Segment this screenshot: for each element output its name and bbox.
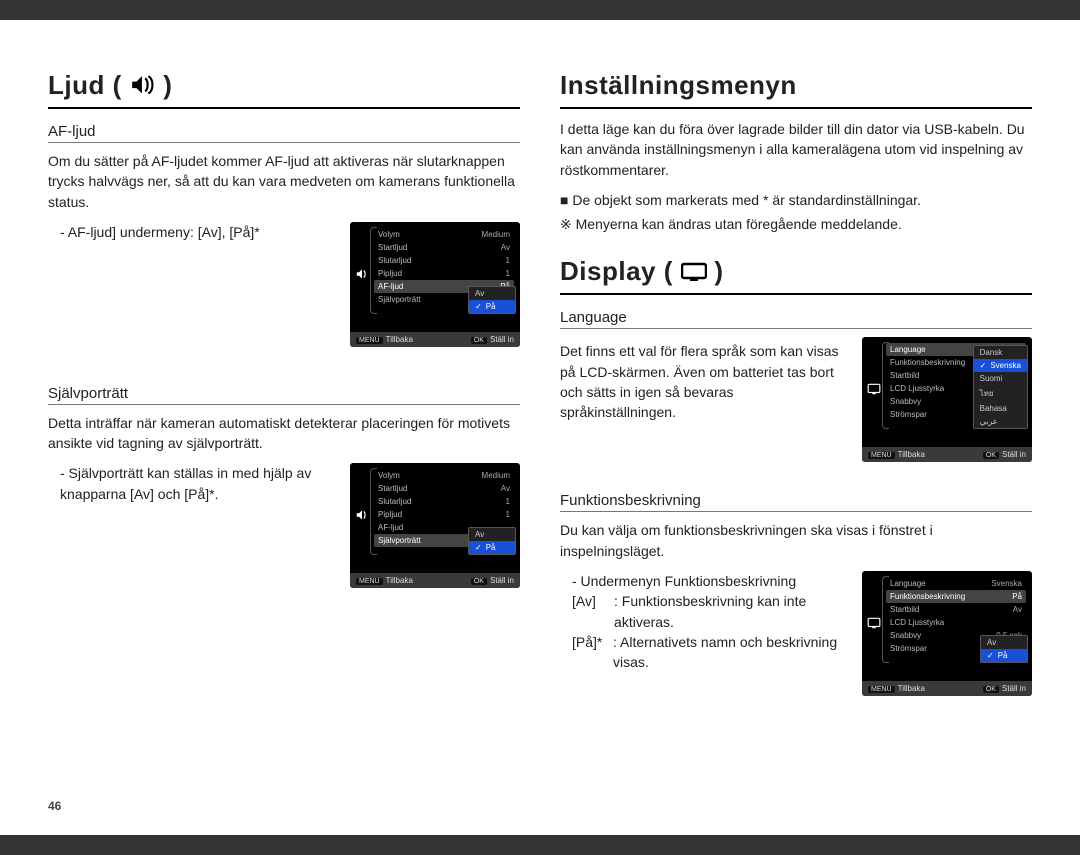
funcdesc-options: - Undermenyn Funktionsbeskrivning [Av] :…	[560, 571, 848, 672]
subheading-af-sound: AF-ljud	[48, 123, 520, 143]
option-text: : Alternativets namn och beskrivning vis…	[613, 632, 848, 673]
subheading-funcdesc: Funktionsbeskrivning	[560, 492, 1032, 512]
left-column: Ljud ( ) AF-ljud Om du sätter på AF-ljud…	[48, 70, 540, 805]
title-text: )	[163, 70, 172, 100]
camera-lcd-selfportrait: VolymMediumStartljudAvSlutarljud1Pipljud…	[350, 463, 520, 588]
option-text: : Funktionsbeskrivning kan inte aktivera…	[614, 591, 848, 632]
paragraph: Om du sätter på AF-ljudet kommer AF-ljud…	[48, 151, 520, 212]
section-title-display: Display ( )	[560, 256, 1032, 295]
paragraph: Det finns ett val för flera språk som ka…	[560, 341, 848, 422]
option-key: [Av]	[572, 591, 614, 632]
title-text: Display (	[560, 256, 673, 286]
manual-page: Ljud ( ) AF-ljud Om du sätter på AF-ljud…	[0, 20, 1080, 835]
subheading-selfportrait: Självporträtt	[48, 385, 520, 405]
submenu-title: - Undermenyn Funktionsbeskrivning	[572, 571, 848, 591]
section-title-settings: Inställningsmenyn	[560, 70, 1032, 109]
camera-lcd-af: VolymMediumStartljudAvSlutarljud1Pipljud…	[350, 222, 520, 347]
camera-lcd-language: LanguageSvenskaFunktionsbeskrivningStart…	[862, 337, 1032, 462]
display-icon	[681, 258, 707, 278]
title-text: Ljud (	[48, 70, 122, 100]
paragraph: I detta läge kan du föra över lagrade bi…	[560, 119, 1032, 180]
right-column: Inställningsmenyn I detta läge kan du fö…	[540, 70, 1032, 805]
section-title-sound: Ljud ( )	[48, 70, 520, 109]
paragraph: Detta inträffar när kameran automatiskt …	[48, 413, 520, 454]
square-bullet-icon: ■	[560, 192, 572, 208]
camera-lcd-funcdesc: LanguageSvenskaFunktionsbeskrivningPåSta…	[862, 571, 1032, 696]
sound-icon	[130, 72, 156, 92]
submenu-text: - AF-ljud] undermeny: [Av], [På]*	[48, 222, 336, 242]
option-key: [På]*	[572, 632, 613, 673]
submenu-text: - Självporträtt kan ställas in med hjälp…	[48, 463, 336, 504]
page-number: 46	[48, 799, 61, 813]
title-text: )	[714, 256, 723, 286]
paragraph: Du kan välja om funktionsbeskrivningen s…	[560, 520, 1032, 561]
reference-mark-icon: ※	[560, 216, 576, 232]
note-change: ※ Menyerna kan ändras utan föregående me…	[560, 214, 1032, 234]
subheading-language: Language	[560, 309, 1032, 329]
note-default: ■ De objekt som markerats med * är stand…	[560, 190, 1032, 210]
